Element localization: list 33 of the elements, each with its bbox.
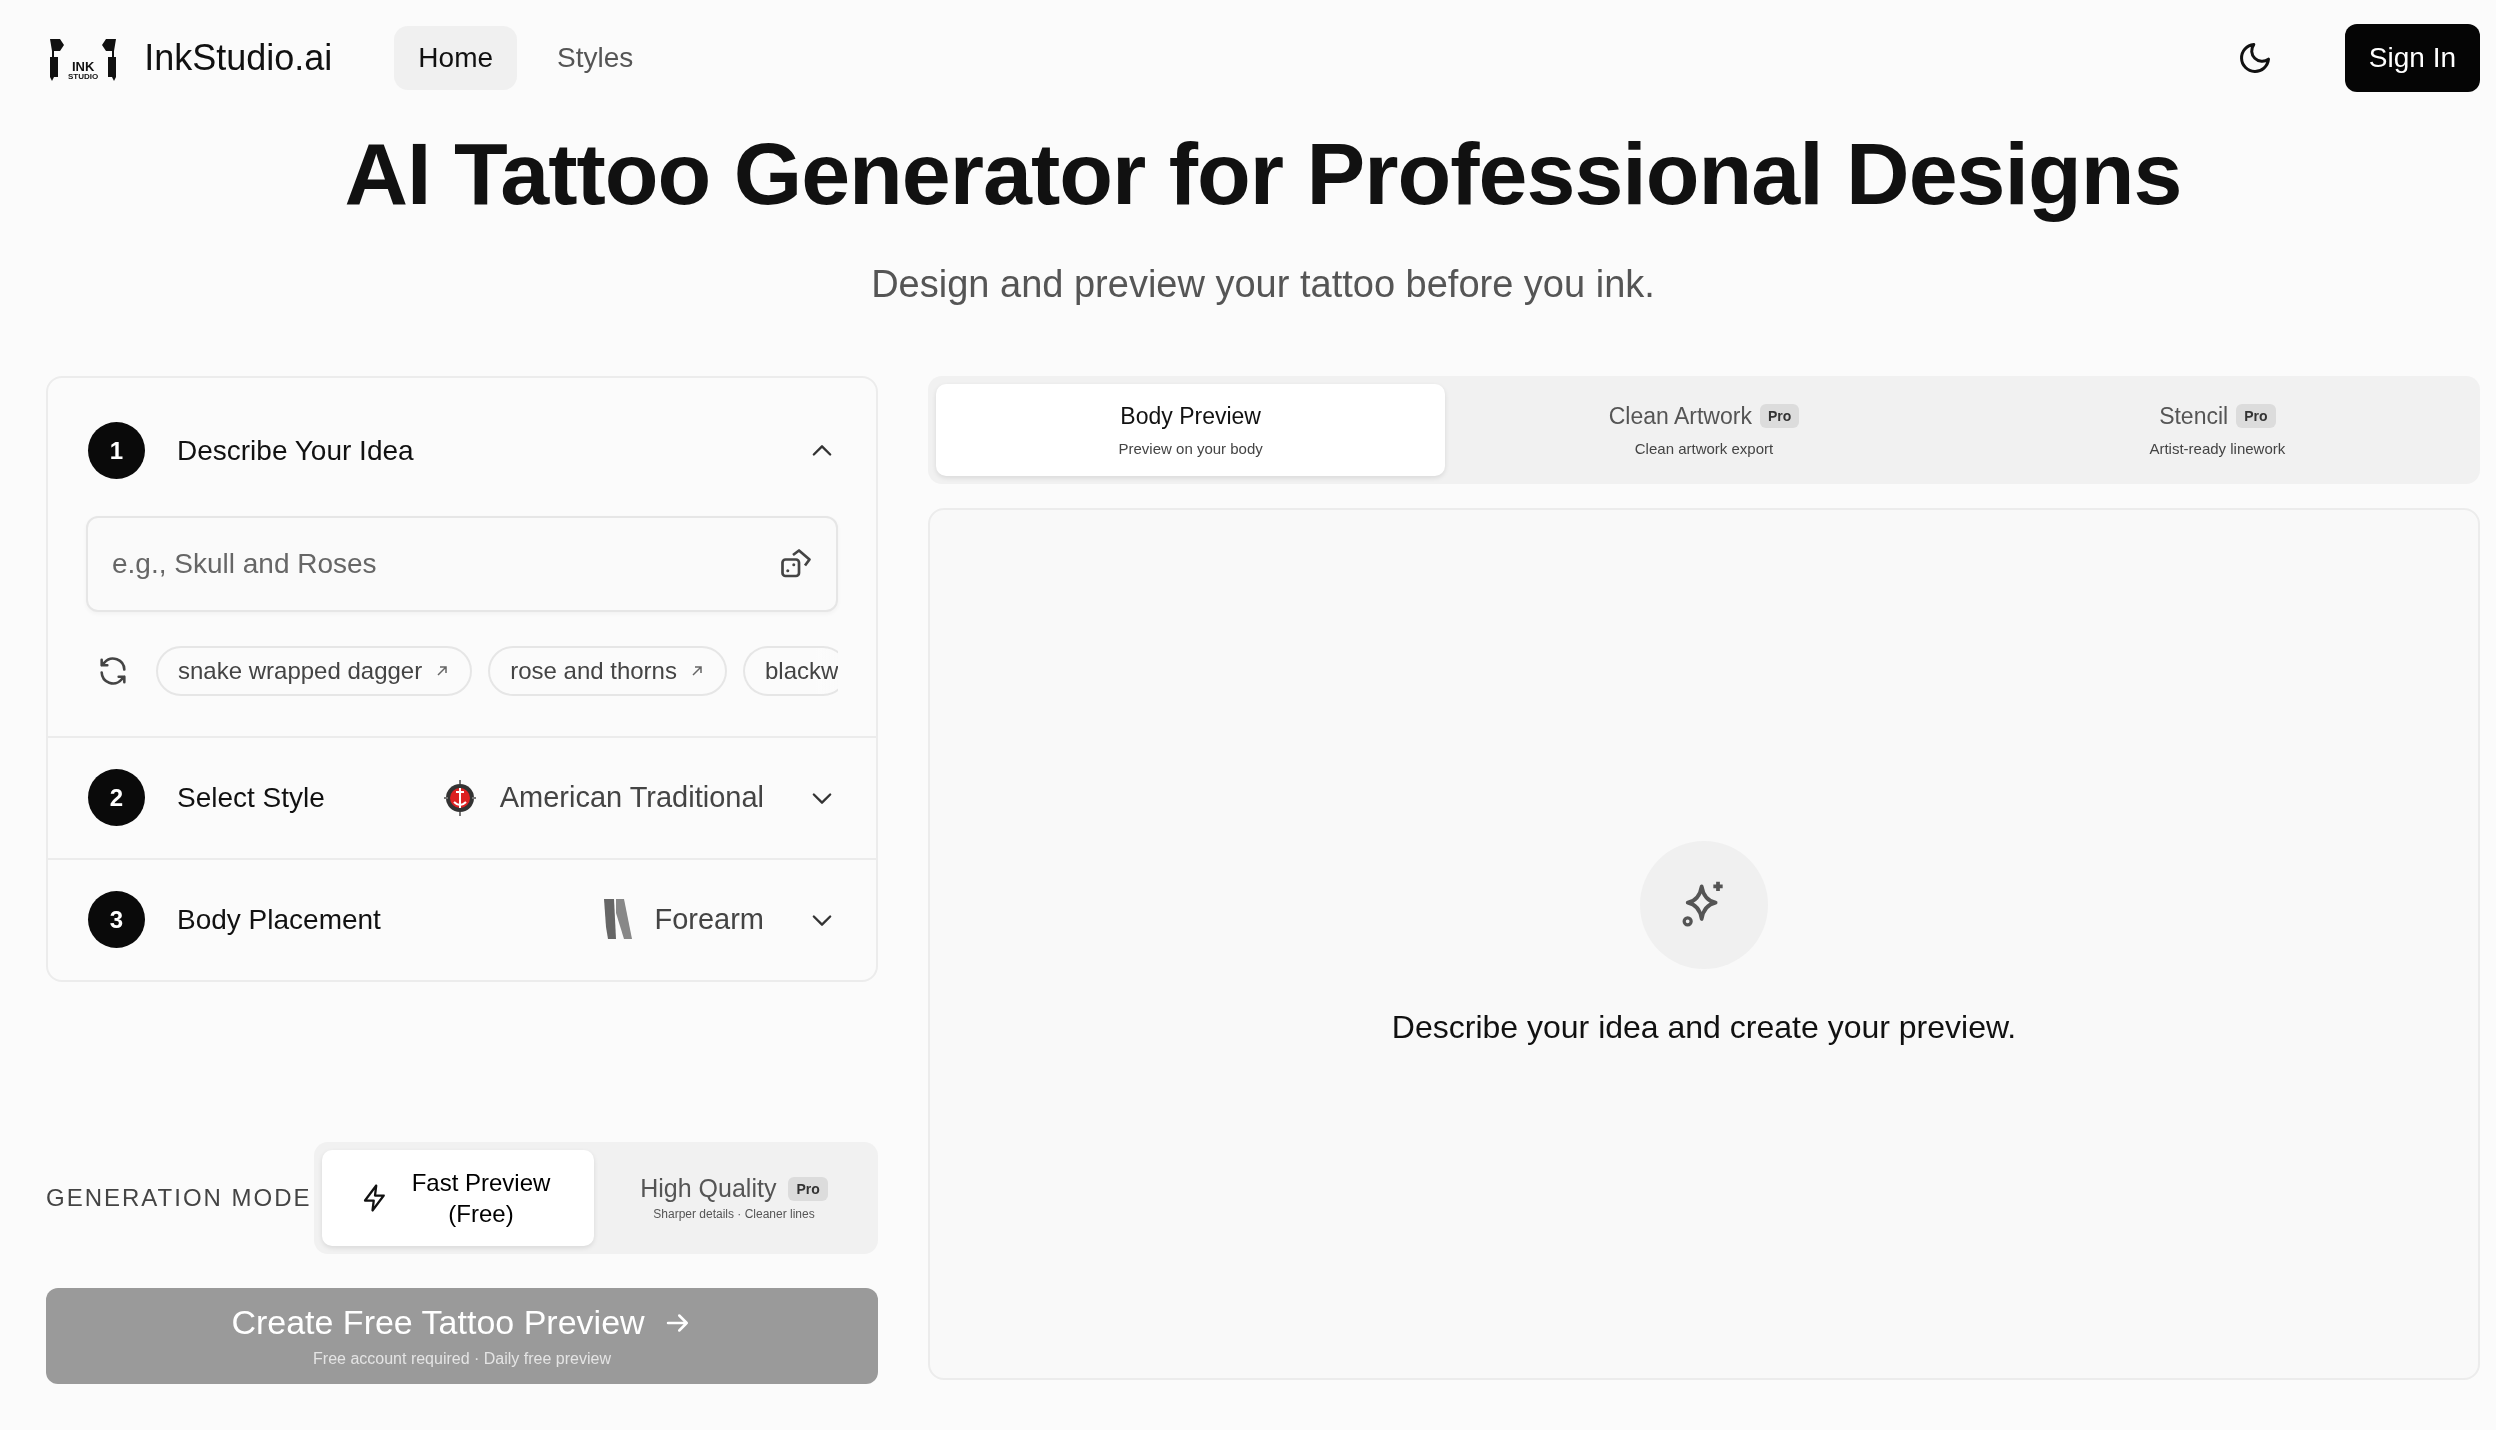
step-title[interactable]: Select Style [177,781,325,814]
suggestion-chip[interactable]: snake wrapped dagger [156,645,473,696]
tab-subtitle: Clean artwork export [1634,439,1774,457]
generation-mode-label: GENERATION MODE [46,1183,312,1212]
step-value: Forearm [654,903,764,937]
nav-link[interactable]: Styles [533,26,658,90]
step-value: American Traditional [499,781,764,815]
brand-name[interactable]: InkStudio.ai [144,37,333,79]
preview-tab[interactable]: Stencil Pro Artist-ready linework [1962,383,2472,476]
step-number: 3 [88,891,145,949]
empty-preview-message: Describe your idea and create your preview. [1391,1009,2017,1047]
preview-tab[interactable]: Clean Artwork Pro Clean artwork export [1449,383,1959,476]
nav-link[interactable]: Home [394,26,518,90]
mode-subtitle: Sharper details · Cleaner lines [653,1207,815,1222]
page-title: AI Tattoo Generator for Professional Designs [343,126,2183,223]
tab-subtitle: Preview on your body [1118,439,1263,457]
mode-option[interactable]: High Quality Pro Sharper details · Cleaner lines [598,1149,870,1246]
pro-badge: Pro [2236,404,2276,429]
suggestion-chip[interactable]: blackw [742,645,838,696]
suggestion-chip[interactable]: rose and thorns [488,645,727,696]
step-title[interactable]: Body Placement [177,903,381,936]
create-subtitle: Free account required · Daily free preview [313,1350,611,1369]
page-subtitle: Design and preview your tattoo before you ink. [870,262,1656,306]
pro-badge: Pro [788,1176,828,1201]
step-number: 1 [88,422,145,480]
sign-in-button[interactable]: Sign In [2344,24,2480,92]
step-number: 2 [88,769,145,827]
step-title[interactable]: Describe Your Idea [177,434,414,467]
mode-option[interactable]: Fast Preview (Free) [322,1149,594,1246]
pro-badge: Pro [1759,404,1800,429]
idea-input-field[interactable]: e.g., Skull and Roses [86,515,838,612]
preview-tab[interactable]: Body Preview Preview on your body [936,383,1446,476]
tab-subtitle: Artist-ready linework [2149,439,2286,457]
